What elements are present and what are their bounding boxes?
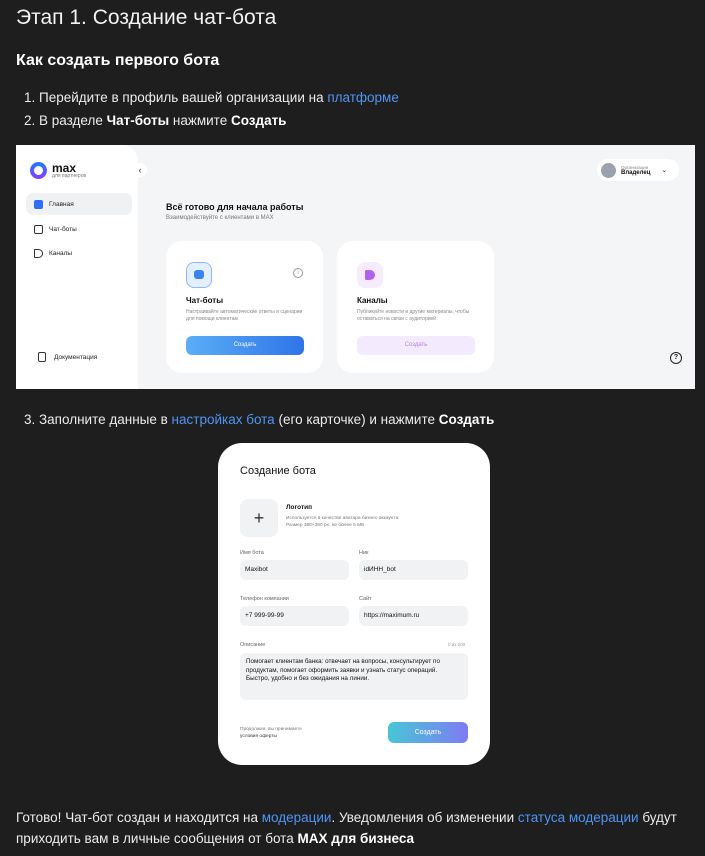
- description-textarea[interactable]: Помогает клиентам банка: отвечает на воп…: [240, 653, 468, 700]
- bot-name-field[interactable]: Maxibot: [240, 560, 349, 580]
- sidebar: max для партнеров Главная Чат-боты Канал…: [16, 145, 138, 389]
- organization-switcher[interactable]: Организация Владелец ⌄: [597, 159, 679, 181]
- bot-settings-link[interactable]: настройках бота: [172, 412, 275, 427]
- max-logo: max для партнеров: [30, 162, 86, 179]
- chevron-down-icon: ⌄: [661, 167, 668, 174]
- section-title: Как создать первого бота: [16, 52, 220, 69]
- collapse-sidebar-button[interactable]: ‹: [133, 163, 147, 177]
- offer-terms-link[interactable]: условия оферты: [240, 733, 302, 740]
- sidebar-item-bots[interactable]: Чат-боты: [26, 218, 132, 240]
- help-icon[interactable]: ?: [670, 352, 682, 364]
- home-icon: [34, 199, 43, 209]
- description-counter: 0 из 200: [448, 642, 466, 647]
- final-paragraph: Готово! Чат-бот создан и находится на мо…: [16, 810, 677, 846]
- welcome-subtitle: Взаимодействуйте с клиентами в MAX: [166, 215, 274, 221]
- channels-card: Каналы Публикуйте новости и другие матер…: [337, 241, 494, 373]
- create-bot-button[interactable]: Создать: [186, 336, 304, 355]
- info-icon[interactable]: i: [293, 268, 303, 278]
- welcome-title: Всё готово для начала работы: [166, 202, 304, 212]
- organization-avatar: [601, 162, 616, 178]
- megaphone-icon: [34, 248, 43, 258]
- website-field[interactable]: https://maximum.ru: [359, 606, 468, 626]
- moderation-status-link[interactable]: статуса модерации: [518, 810, 639, 825]
- sidebar-item-channels[interactable]: Каналы: [26, 242, 132, 264]
- company-phone-field[interactable]: +7 999-99-99: [240, 606, 349, 626]
- platform-link[interactable]: платформе: [327, 90, 399, 105]
- documentation-link[interactable]: Документация: [38, 352, 97, 362]
- bot-icon: [186, 262, 212, 288]
- max-logo-icon: [30, 162, 47, 179]
- create-bot-title: Создание бота: [240, 465, 316, 477]
- create-bot-button[interactable]: Создать: [388, 722, 468, 743]
- upload-logo-button[interactable]: +: [240, 499, 278, 537]
- step-3: 3. Заполните данные в настройках бота (е…: [24, 412, 495, 427]
- moderation-link[interactable]: модерации: [262, 810, 332, 825]
- document-icon: [38, 352, 46, 362]
- megaphone-icon: [357, 262, 383, 288]
- create-channel-button[interactable]: Создать: [357, 336, 475, 355]
- page-title: Этап 1. Создание чат-бота: [16, 6, 277, 29]
- bots-card: i Чат-боты Настраивайте автоматические о…: [166, 241, 323, 373]
- sidebar-item-home[interactable]: Главная: [26, 193, 132, 215]
- step-2: 2. В разделе Чат-боты нажмите Создать: [24, 113, 287, 128]
- create-bot-screenshot: Создание бота + Логотип Используется в к…: [218, 443, 490, 765]
- dashboard-screenshot: max для партнеров Главная Чат-боты Канал…: [16, 145, 695, 389]
- bot-icon: [34, 224, 43, 234]
- step-1: 1. Перейдите в профиль вашей организации…: [24, 90, 399, 105]
- bot-nick-field[interactable]: idИНН_bot: [359, 560, 468, 580]
